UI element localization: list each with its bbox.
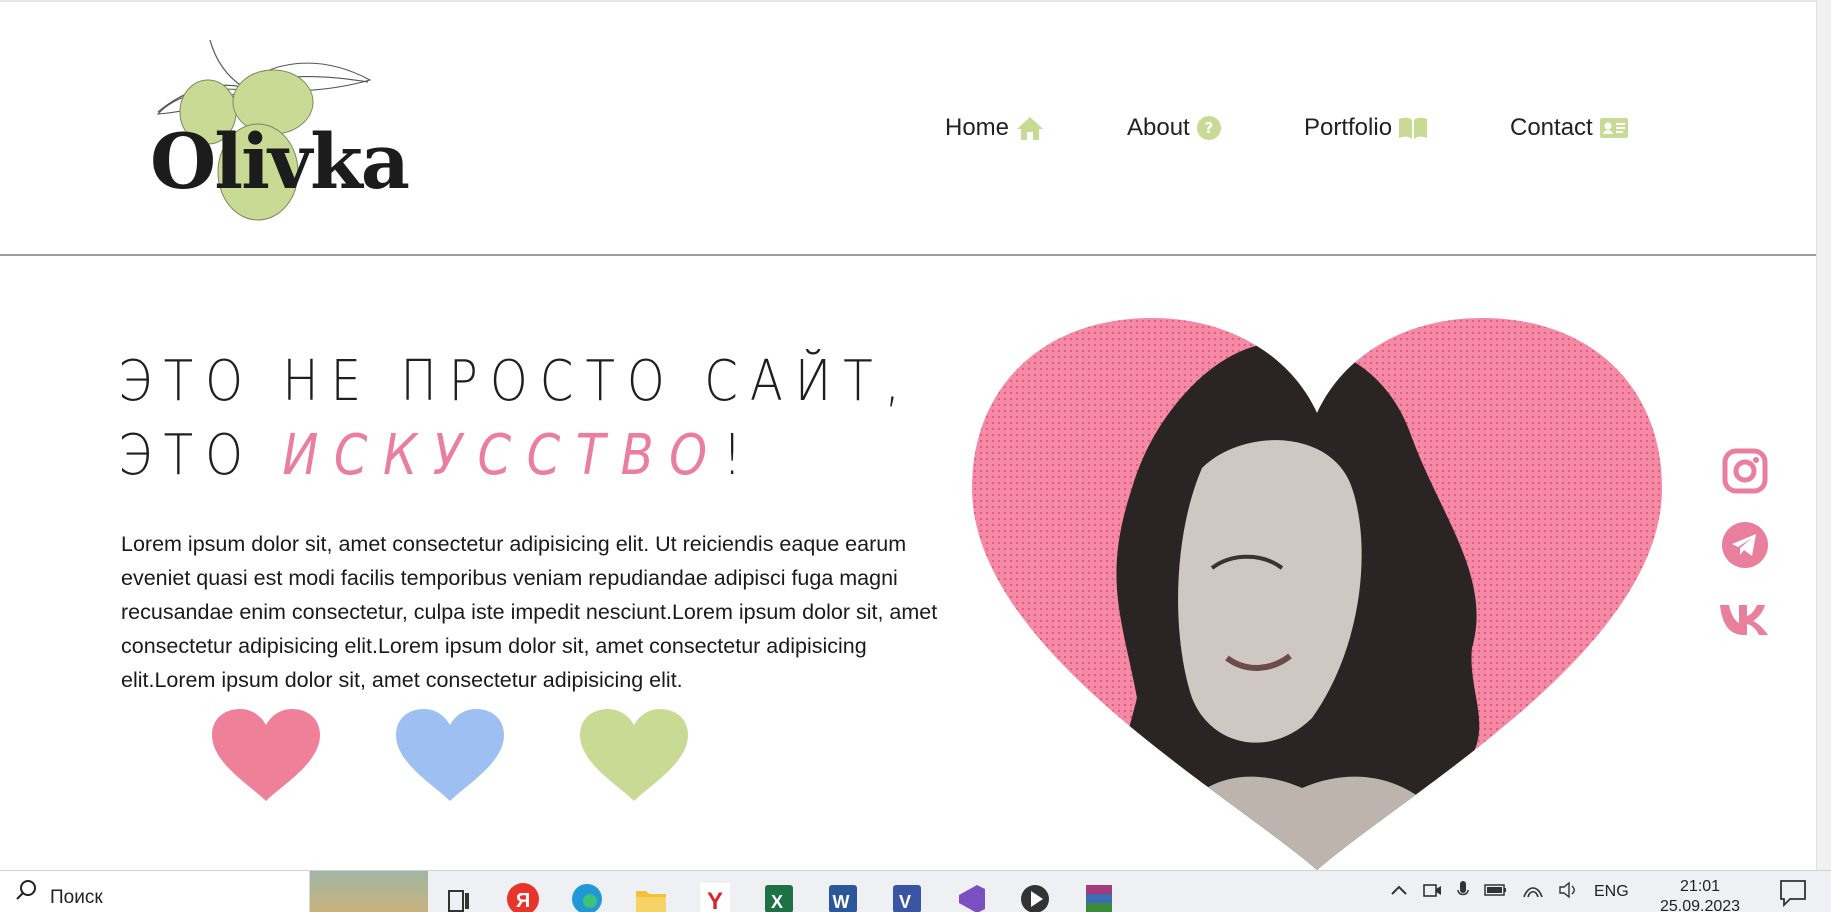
hero-title-line1: ЭТО НЕ ПРОСТО САЙТ,: [118, 349, 913, 414]
pink-heart-icon[interactable]: [210, 707, 322, 803]
svg-text:?: ?: [1204, 119, 1213, 137]
search-placeholder: Поиск: [50, 887, 103, 908]
page-scrollbar[interactable]: [1816, 0, 1831, 870]
svg-text:Я: Я: [516, 890, 530, 912]
page: Olivka Home About ? Portfolio Contact ЭТ…: [0, 0, 1831, 912]
hero-paragraph: Lorem ipsum dolor sit, amet consectetur …: [121, 532, 938, 692]
vk-icon[interactable]: [1718, 593, 1772, 645]
nav-contact[interactable]: Contact: [1510, 114, 1629, 142]
svg-text:W: W: [833, 892, 850, 912]
search-icon: [14, 878, 38, 907]
volume-icon[interactable]: [1558, 881, 1580, 904]
hero-title-suffix: !: [722, 423, 754, 488]
green-heart-icon[interactable]: [578, 707, 690, 803]
site-header: Olivka Home About ? Portfolio Contact: [0, 0, 1816, 256]
visio-icon[interactable]: V: [888, 879, 926, 912]
microphone-icon[interactable]: [1456, 880, 1470, 905]
instagram-icon[interactable]: [1718, 445, 1772, 497]
wifi-icon[interactable]: [1522, 881, 1544, 904]
battery-icon[interactable]: [1484, 882, 1508, 903]
camera-icon[interactable]: [1422, 881, 1442, 904]
telegram-icon[interactable]: [1718, 519, 1772, 571]
word-icon[interactable]: W: [824, 879, 862, 912]
file-explorer-icon[interactable]: [632, 879, 670, 912]
svg-text:Y: Y: [707, 888, 723, 912]
home-icon: [1015, 115, 1045, 141]
media-player-icon[interactable]: [1016, 879, 1054, 912]
svg-text:X: X: [771, 892, 783, 912]
taskbar-clock[interactable]: 21:01 25.09.2023: [1660, 877, 1740, 912]
language-indicator[interactable]: ENG: [1594, 883, 1629, 901]
yandex-browser-icon[interactable]: Y: [696, 879, 734, 912]
nav-contact-label: Contact: [1510, 114, 1593, 141]
nav-portfolio[interactable]: Portfolio: [1304, 114, 1428, 142]
hero-title-accent: ИСКУССТВО: [282, 423, 723, 488]
question-icon: ?: [1196, 115, 1222, 141]
social-links: [1718, 445, 1772, 645]
svg-text:V: V: [899, 892, 911, 912]
logo-text[interactable]: Olivka: [150, 117, 410, 206]
windows-taskbar: Поиск Я Y X W V ENG 21:01 25.09.2023: [0, 870, 1831, 912]
nav-home[interactable]: Home: [945, 114, 1045, 142]
excel-icon[interactable]: X: [760, 879, 798, 912]
search-highlight-image: [310, 871, 428, 912]
system-tray: ENG: [1390, 871, 1629, 912]
clock-date: 25.09.2023: [1660, 898, 1741, 912]
book-icon: [1398, 116, 1428, 140]
nav-about-label: About: [1127, 114, 1190, 141]
blue-heart-icon[interactable]: [394, 707, 506, 803]
task-view-icon[interactable]: [440, 879, 478, 912]
taskbar-apps: Я Y X W V: [440, 871, 1118, 912]
edge-icon[interactable]: [568, 879, 606, 912]
hero-title-line2: ЭТО ИСКУССТВО!: [118, 419, 912, 493]
contact-card-icon: [1599, 117, 1629, 139]
notification-icon[interactable]: [1778, 877, 1808, 907]
nav-portfolio-label: Portfolio: [1304, 114, 1393, 141]
nav-home-label: Home: [945, 114, 1010, 141]
taskbar-search[interactable]: Поиск: [0, 871, 310, 912]
visual-studio-icon[interactable]: [952, 879, 990, 912]
hero-portrait-image: [972, 318, 1662, 870]
heart-buttons: [210, 707, 690, 803]
nav-about[interactable]: About ?: [1127, 114, 1222, 142]
winrar-icon[interactable]: [1080, 879, 1118, 912]
hero-title-prefix: ЭТО: [118, 423, 283, 488]
yandex-icon[interactable]: Я: [504, 879, 542, 912]
chevron-up-icon[interactable]: [1390, 883, 1408, 901]
clock-time: 21:01: [1680, 878, 1721, 895]
hero-title: ЭТО НЕ ПРОСТО САЙТ, ЭТО ИСКУССТВО!: [118, 345, 912, 493]
